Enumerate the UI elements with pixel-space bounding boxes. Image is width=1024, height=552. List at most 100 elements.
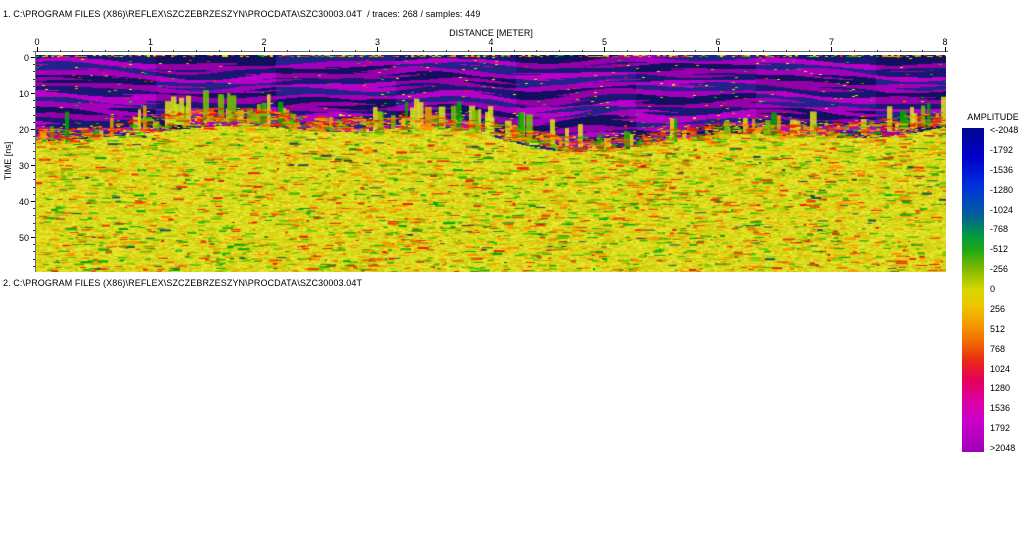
radargram-plot[interactable] — [36, 55, 946, 272]
y-axis-minor-tick — [33, 193, 35, 195]
x-axis-minor-tick — [82, 50, 84, 52]
y-axis-minor-tick — [33, 100, 35, 102]
y-axis-minor-tick — [33, 265, 35, 267]
colorbar-label: -1024 — [990, 204, 1014, 215]
x-axis-minor-tick — [740, 50, 742, 52]
x-axis-tick — [717, 47, 719, 52]
colorbar-label: -1536 — [990, 164, 1014, 175]
x-axis-tick — [604, 47, 605, 52]
amplitude-colorbar-labels: <-2048 -1792 -1536 -1280 -1024 -768 -512 -256 0 2… — [990, 126, 1018, 453]
colorbar-label: 768 — [990, 343, 1006, 354]
colorbar-label: <-2048 — [990, 125, 1019, 135]
colorbar-label: 256 — [990, 303, 1006, 314]
x-axis-minor-tick — [513, 50, 515, 52]
y-axis-tick — [31, 57, 35, 58]
y-axis-minor-tick — [33, 208, 35, 210]
y-axis-minor-tick — [33, 215, 35, 217]
x-axis-tick-label: 2 — [261, 37, 267, 47]
y-axis-minor-tick — [33, 78, 35, 80]
y-axis-minor-tick — [33, 186, 35, 188]
section2-file-title: 2. C:\PROGRAM FILES (X86)\REFLEX\SZCZEBR… — [3, 278, 363, 288]
y-axis-tick — [31, 93, 35, 94]
x-axis-minor-tick — [309, 50, 311, 52]
x-axis-minor-tick — [422, 50, 424, 52]
y-axis-minor-tick — [33, 150, 35, 152]
colorbar-label: 1792 — [990, 423, 1011, 434]
y-axis-minor-tick — [33, 143, 35, 145]
colorbar-label: -1280 — [990, 184, 1014, 195]
y-axis-minor-tick — [33, 114, 35, 116]
colorbar-label: 1024 — [990, 363, 1011, 374]
x-axis-minor-tick — [105, 50, 107, 52]
colorbar-label: 512 — [990, 323, 1006, 334]
x-axis-tick — [36, 47, 38, 52]
y-axis-minor-tick — [33, 251, 35, 253]
y-axis-tick-label: 10 — [18, 88, 29, 99]
x-axis-tick — [263, 47, 265, 52]
x-axis-minor-tick — [672, 50, 674, 52]
colorbar-label: 1536 — [990, 403, 1011, 414]
amplitude-colorbar — [962, 128, 984, 452]
x-axis-minor-tick — [627, 50, 629, 52]
y-axis-tick — [31, 165, 35, 166]
x-axis-minor-tick — [899, 50, 901, 52]
x-axis-minor-tick — [695, 50, 697, 52]
y-axis-tick — [31, 201, 35, 202]
y-axis-tick-label: 40 — [18, 196, 29, 207]
colorbar-label: 1280 — [990, 383, 1011, 394]
x-axis-tick-label: 0 — [34, 37, 40, 47]
time-axis-label: TIME [ns] — [3, 141, 13, 181]
x-axis-minor-tick — [808, 50, 810, 52]
y-axis-minor-tick — [33, 71, 35, 73]
amplitude-legend-title: AMPLITUDE — [967, 112, 1019, 122]
x-axis-tick-label: 7 — [828, 37, 835, 47]
x-axis-tick — [150, 47, 151, 52]
x-axis-minor-tick — [536, 50, 538, 52]
x-axis-tick — [831, 47, 832, 52]
y-axis-minor-tick — [33, 121, 35, 123]
colorbar-label: -512 — [990, 244, 1009, 255]
y-axis-tick-label: 50 — [18, 232, 29, 243]
x-axis-minor-tick — [332, 50, 334, 52]
x-axis-minor-tick — [354, 50, 356, 52]
x-axis-minor-tick — [763, 50, 765, 52]
x-axis-tick-label: 5 — [601, 37, 608, 47]
x-axis-tick — [944, 47, 946, 52]
x-axis-minor-tick — [922, 50, 924, 52]
y-axis-tick-label: 20 — [18, 124, 29, 135]
x-axis-minor-tick — [195, 50, 197, 52]
colorbar-label: -256 — [990, 264, 1009, 275]
y-axis-minor-tick — [33, 244, 35, 246]
y-axis-minor-tick — [33, 258, 35, 260]
colorbar-label: 0 — [990, 284, 996, 294]
y-axis-minor-tick — [33, 64, 35, 66]
x-axis-minor-tick — [59, 50, 61, 52]
x-axis-tick — [490, 47, 492, 52]
reflexw-window: 1. C:\PROGRAM FILES (X86)\REFLEX\SZCZEBR… — [0, 0, 1024, 552]
x-axis-minor-tick — [876, 50, 878, 52]
y-axis-minor-tick — [33, 85, 35, 87]
x-axis-minor-tick — [218, 50, 220, 52]
x-axis-minor-tick — [786, 50, 788, 52]
y-axis-minor-tick — [33, 107, 35, 109]
x-axis-tick-label: 6 — [715, 37, 721, 47]
y-axis-minor-tick — [33, 179, 35, 181]
x-axis-minor-tick — [854, 50, 856, 52]
x-axis-minor-tick — [241, 50, 243, 52]
x-axis-minor-tick — [649, 50, 651, 52]
colorbar-label: >2048 — [990, 443, 1016, 453]
x-axis-minor-tick — [400, 50, 402, 52]
x-axis-minor-tick — [127, 50, 129, 52]
x-axis-tick-label: 4 — [488, 37, 494, 47]
x-axis-minor-tick — [286, 50, 288, 52]
colorbar-label: -768 — [990, 224, 1009, 235]
x-axis-minor-tick — [559, 50, 561, 52]
y-axis-minor-tick — [33, 172, 35, 174]
y-axis-minor-tick — [33, 222, 35, 224]
x-axis-minor-tick — [468, 50, 470, 52]
y-axis-tick-label: 0 — [23, 52, 29, 63]
x-axis-tick — [377, 47, 378, 52]
x-axis-tick-label: 8 — [942, 37, 948, 47]
x-axis-minor-tick — [445, 50, 447, 52]
x-axis-tick-label: 1 — [147, 37, 154, 47]
